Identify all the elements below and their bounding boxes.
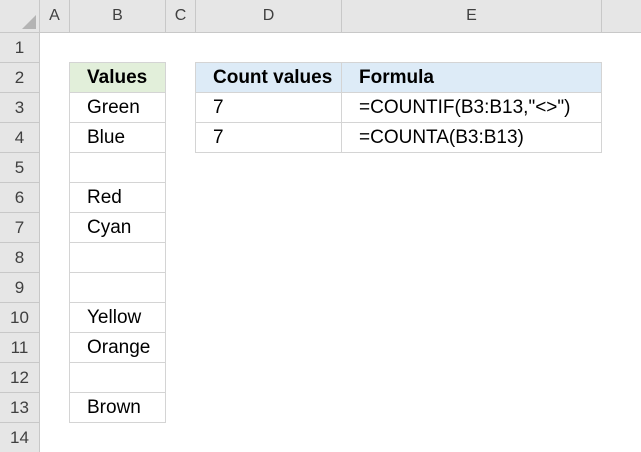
row-header-12[interactable]: 12	[0, 363, 40, 393]
count-value-cell[interactable]: 7	[195, 122, 342, 153]
values-header-cell[interactable]: Values	[69, 62, 166, 93]
row-header-4[interactable]: 4	[0, 123, 40, 153]
values-cell[interactable]: Green	[69, 92, 166, 123]
values-cell[interactable]: Cyan	[69, 212, 166, 243]
column-header-e[interactable]: E	[342, 0, 602, 33]
values-cell[interactable]: Orange	[69, 332, 166, 363]
row-header-6[interactable]: 6	[0, 183, 40, 213]
row-header-5[interactable]: 5	[0, 153, 40, 183]
row-header-3[interactable]: 3	[0, 93, 40, 123]
formula-cell[interactable]: =COUNTIF(B3:B13,"<>")	[341, 92, 602, 123]
column-header-c[interactable]: C	[166, 0, 196, 33]
values-cell[interactable]: Red	[69, 182, 166, 213]
select-all-corner[interactable]	[0, 0, 40, 33]
count-values-header-cell[interactable]: Count values	[195, 62, 342, 93]
select-all-triangle-icon	[22, 15, 36, 29]
row-header-8[interactable]: 8	[0, 243, 40, 273]
column-header-b[interactable]: B	[70, 0, 166, 33]
values-cell[interactable]	[69, 242, 166, 273]
row-header-7[interactable]: 7	[0, 213, 40, 243]
column-header-a[interactable]: A	[40, 0, 70, 33]
column-header-d[interactable]: D	[196, 0, 342, 33]
values-cell[interactable]: Brown	[69, 392, 166, 423]
values-cell[interactable]	[69, 272, 166, 303]
row-header-11[interactable]: 11	[0, 333, 40, 363]
values-cell[interactable]: Blue	[69, 122, 166, 153]
row-header-10[interactable]: 10	[0, 303, 40, 333]
values-cell[interactable]: Yellow	[69, 302, 166, 333]
row-header-1[interactable]: 1	[0, 33, 40, 63]
column-header-f[interactable]	[602, 0, 641, 33]
count-value-cell[interactable]: 7	[195, 92, 342, 123]
values-cell[interactable]	[69, 362, 166, 393]
row-header-14[interactable]: 14	[0, 423, 40, 452]
formula-header-cell[interactable]: Formula	[341, 62, 602, 93]
values-cell[interactable]	[69, 152, 166, 183]
formula-cell[interactable]: =COUNTA(B3:B13)	[341, 122, 602, 153]
row-header-13[interactable]: 13	[0, 393, 40, 423]
row-header-2[interactable]: 2	[0, 63, 40, 93]
row-header-9[interactable]: 9	[0, 273, 40, 303]
